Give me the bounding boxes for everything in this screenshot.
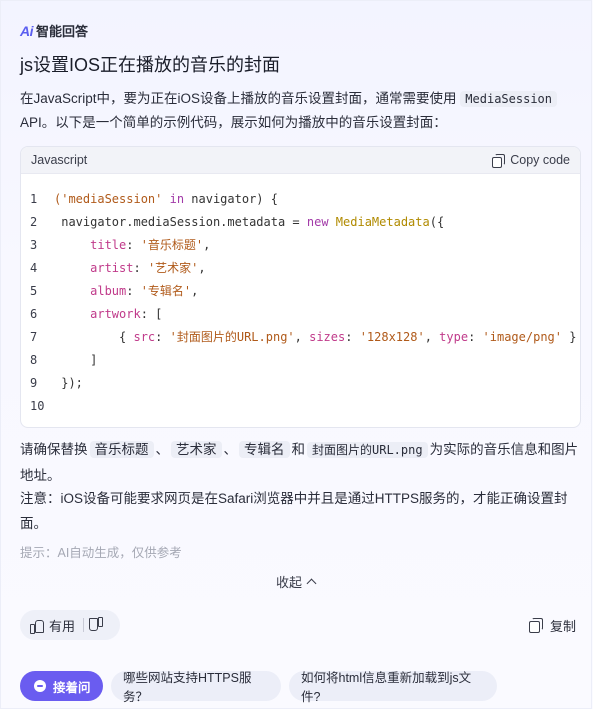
useful-label[interactable]: 有用 [49, 616, 75, 635]
code-language: Javascript [31, 153, 88, 167]
suggested-question-1[interactable]: 哪些网站支持HTTPS服务？ [111, 671, 281, 704]
code-header: Javascript Copy code [21, 147, 580, 174]
follow-up-label: 接着问 [53, 680, 91, 695]
copy-label: 复制 [550, 619, 577, 634]
copy-button[interactable]: 复制 [529, 616, 576, 635]
copy-code-button[interactable]: Copy code [492, 153, 570, 168]
code-line: 8 ] [30, 352, 98, 367]
tag-artist: 艺术家 [171, 441, 222, 458]
code-line: 10 [30, 398, 45, 413]
copy-icon [529, 618, 544, 633]
brand-name: 智能回答 [36, 24, 89, 39]
code-line: 3 title: '音乐标题', [30, 237, 211, 253]
intro-text: 在JavaScript中，要为正在iOS设备上播放的音乐设置封面，通常需要使用 … [20, 87, 580, 135]
replace-note: 请确保替换 音乐标题、艺术家、专辑名和封面图片的URL.png 为实际的音乐信息和图… [20, 437, 580, 488]
ai-hint: 提示：AI自动生成，仅供参考 [20, 546, 182, 560]
tag-title: 音乐标题 [89, 441, 154, 458]
collapse-button[interactable]: 收起 [276, 572, 317, 591]
tag-cover-url: 封面图片的URL.png [307, 442, 428, 458]
code-line: 7 { src: '封面图片的URL.png', sizes: '128x128… [30, 329, 577, 345]
suggested-question-2[interactable]: 如何将html信息重新加载到js文件? [289, 671, 497, 704]
notice-text: 注意：iOS设备可能要求网页是在Safari浏览器中并且是通过HTTPS服务的，… [20, 491, 568, 531]
thumbs-up-icon[interactable] [30, 619, 44, 634]
brand: Ai 智能回答 [20, 21, 88, 40]
code-line: 4 artist: '艺术家', [30, 260, 206, 276]
code-line: 9 }); [30, 375, 83, 390]
divider [83, 618, 85, 632]
ai-logo-icon: Ai [20, 22, 34, 39]
copy-icon [492, 153, 506, 168]
code-line: 1 ('mediaSession' in navigator) { [30, 191, 278, 206]
follow-up-button[interactable]: 接着问 [20, 671, 103, 701]
and-text: 和 [291, 442, 306, 457]
feedback-pill: 有用 [20, 610, 120, 640]
answer-title: js设置IOS正在播放的音乐的封面 [20, 55, 281, 75]
copy-code-label: Copy code [510, 153, 570, 167]
separator: 、 [155, 442, 170, 457]
code-lines: 1 ('mediaSession' in navigator) { 2 navig… [21, 174, 580, 417]
chat-bubble-icon [34, 680, 46, 692]
intro-code: MediaSession [460, 91, 557, 107]
chevron-up-icon [306, 578, 317, 589]
thumbs-down-icon[interactable] [90, 619, 103, 632]
code-line: 6 artwork: [ [30, 306, 163, 321]
answer-card: Ai 智能回答 js设置IOS正在播放的音乐的封面 在JavaScript中，要… [0, 0, 592, 709]
code-block: Javascript Copy code 1 ('mediaSession' in… [20, 146, 581, 428]
intro-text-1: 在JavaScript中，要为正在iOS设备上播放的音乐设置封面，通常需要使用 [20, 91, 457, 106]
intro-text-2: API。以下是一个简单的示例代码，展示如何为播放中的音乐设置封面： [20, 115, 447, 130]
replace-note-text: 请确保替换 [20, 442, 88, 457]
tag-album: 专辑名 [239, 441, 290, 458]
code-line: 2 navigator.mediaSession.metadata = new … [30, 214, 445, 229]
code-line: 5 album: '专辑名', [30, 283, 199, 299]
separator: 、 [223, 442, 238, 457]
collapse-label: 收起 [276, 575, 303, 590]
